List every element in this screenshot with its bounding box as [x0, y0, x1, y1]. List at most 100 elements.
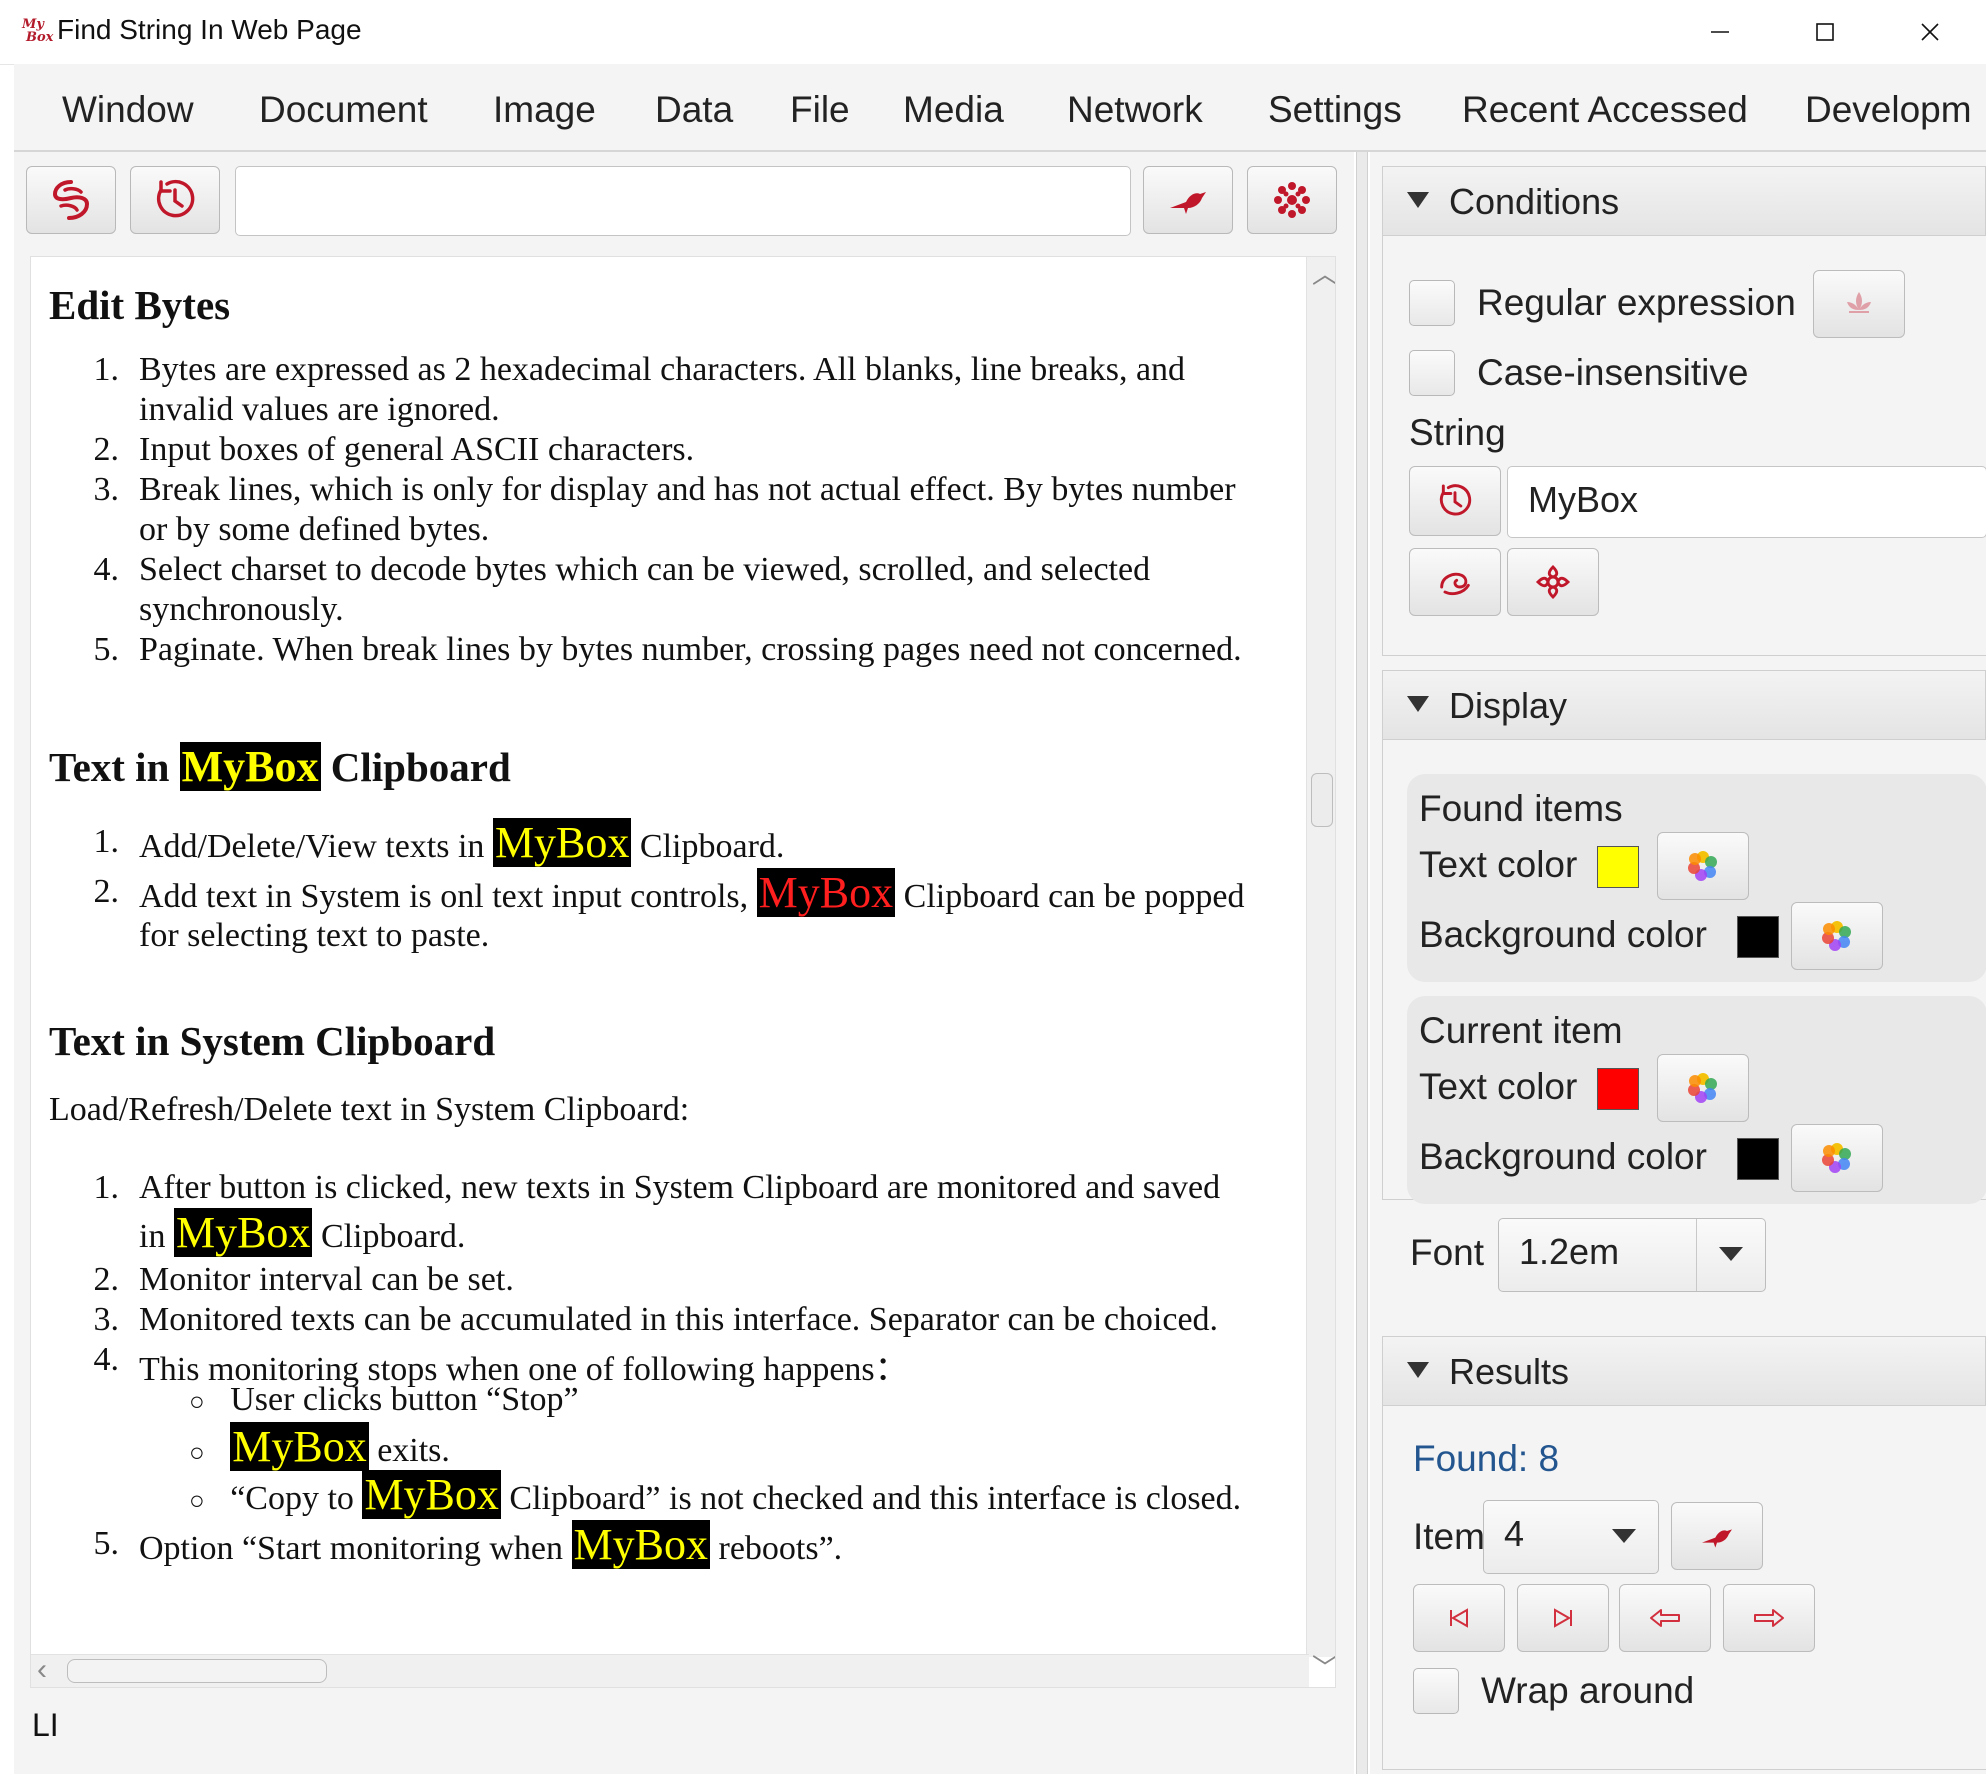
- menu-image[interactable]: Image: [493, 89, 596, 131]
- menu-document[interactable]: Document: [259, 89, 428, 131]
- query-button[interactable]: [1409, 548, 1501, 616]
- collapse-triangle-icon: [1407, 192, 1429, 208]
- list-item: Add/Delete/View texts in MyBox Clipboard…: [139, 817, 784, 868]
- list-item-cont: for selecting text to paste.: [139, 917, 490, 954]
- scroll-up-icon[interactable]: ︿: [1312, 261, 1335, 287]
- clear-button[interactable]: [1507, 548, 1599, 616]
- found-highlight: MyBox: [173, 1208, 313, 1257]
- combo-divider: [1696, 1219, 1697, 1291]
- conditions-header[interactable]: Conditions: [1382, 166, 1986, 236]
- menu-development[interactable]: Developm: [1805, 89, 1972, 131]
- found-bg-color-swatch: [1737, 916, 1779, 958]
- status-label: LI: [32, 1707, 59, 1743]
- display-title: Display: [1449, 685, 1568, 726]
- font-size-combo[interactable]: 1.2em: [1498, 1218, 1766, 1292]
- display-header[interactable]: Display: [1382, 670, 1986, 740]
- text: “Copy to: [230, 1480, 354, 1517]
- wrap-around-checkbox[interactable]: [1413, 1668, 1459, 1714]
- current-text-color-button[interactable]: [1657, 1054, 1749, 1122]
- horizontal-scrollbar[interactable]: ‹: [31, 1654, 1309, 1687]
- list-number: 3.: [93, 1301, 120, 1338]
- item-label: Item: [1413, 1516, 1485, 1557]
- item-value: 4: [1504, 1513, 1525, 1554]
- history-button[interactable]: [130, 166, 220, 234]
- menu-settings[interactable]: Settings: [1268, 89, 1402, 131]
- go-bird-icon: [1170, 192, 1206, 214]
- history-clock-icon: [1439, 484, 1472, 516]
- list-item: Paginate. When break lines by bytes numb…: [139, 631, 1242, 668]
- next-item-button[interactable]: [1723, 1584, 1815, 1652]
- list-number: 4.: [93, 551, 120, 588]
- list-number: 4.: [93, 1341, 120, 1378]
- text: Add/Delete/View texts in: [139, 828, 485, 865]
- arrow-left-icon: [1650, 1609, 1680, 1627]
- found-items-title: Found items: [1419, 788, 1623, 829]
- current-highlight: MyBox: [756, 868, 896, 917]
- found-text-color-label: Text color: [1419, 844, 1578, 885]
- current-bg-color-swatch: [1737, 1138, 1779, 1180]
- regex-help-button[interactable]: [1813, 270, 1905, 338]
- menu-window[interactable]: Window: [62, 89, 194, 131]
- list-item: Monitored texts can be accumulated in th…: [139, 1301, 1219, 1338]
- list-number: 2.: [93, 873, 120, 910]
- menu-media[interactable]: Media: [903, 89, 1004, 131]
- bullet-circle: ○: [189, 1387, 205, 1416]
- color-palette-icon: [1688, 851, 1717, 881]
- logo-text-bottom: Box: [26, 30, 54, 45]
- clear-flower-icon: [1535, 564, 1571, 600]
- regex-checkbox[interactable]: [1409, 280, 1455, 326]
- close-button[interactable]: [1898, 10, 1962, 54]
- vertical-scrollbar[interactable]: ︿ ﹀: [1306, 257, 1335, 1681]
- vertical-scroll-thumb[interactable]: [1311, 773, 1333, 827]
- browse-button[interactable]: [26, 166, 116, 234]
- menu-data[interactable]: Data: [655, 89, 733, 131]
- address-input[interactable]: [235, 166, 1131, 236]
- scroll-down-icon[interactable]: ﹀: [1312, 1655, 1335, 1681]
- bullet-circle: ○: [189, 1486, 205, 1515]
- color-palette-icon: [1822, 921, 1851, 951]
- minimize-button[interactable]: [1688, 10, 1752, 54]
- list-number: 1.: [93, 1169, 120, 1206]
- menu-file[interactable]: File: [790, 89, 850, 131]
- menu-recent-accessed[interactable]: Recent Accessed: [1462, 89, 1748, 131]
- item-select[interactable]: 4: [1483, 1500, 1659, 1574]
- paragraph: Load/Refresh/Delete text in System Clipb…: [49, 1091, 690, 1128]
- heading-edit-bytes: Edit Bytes: [49, 282, 231, 328]
- menu-network[interactable]: Network: [1067, 89, 1203, 131]
- first-item-button[interactable]: [1413, 1584, 1505, 1652]
- go-button[interactable]: [1143, 166, 1233, 234]
- current-bg-color-button[interactable]: [1791, 1124, 1883, 1192]
- previous-item-button[interactable]: [1619, 1584, 1711, 1652]
- options-button[interactable]: [1247, 166, 1337, 234]
- text: reboots”.: [718, 1530, 843, 1567]
- conditions-body: Regular expression Case-insensitive Stri…: [1382, 236, 1986, 656]
- scroll-left-icon[interactable]: ‹: [37, 1655, 47, 1685]
- list-number: 1.: [93, 351, 120, 388]
- case-insensitive-checkbox[interactable]: [1409, 350, 1455, 396]
- sub-list-item: ○ User clicks button “Stop”: [189, 1381, 579, 1419]
- found-text-color-button[interactable]: [1657, 832, 1749, 900]
- horizontal-scroll-thumb[interactable]: [67, 1659, 327, 1683]
- color-palette-icon: [1822, 1143, 1851, 1173]
- swirl-query-icon: [1440, 572, 1470, 596]
- string-input[interactable]: MyBox: [1507, 466, 1986, 538]
- text: User clicks button “Stop”: [230, 1381, 579, 1418]
- last-item-button[interactable]: [1517, 1584, 1609, 1652]
- maximize-icon: [1816, 23, 1834, 41]
- maximize-button[interactable]: [1793, 10, 1857, 54]
- list-item: Add text in System is onl text input con…: [139, 867, 1245, 918]
- results-header[interactable]: Results: [1382, 1336, 1986, 1406]
- string-history-button[interactable]: [1409, 466, 1501, 536]
- list-item-cont: invalid values are ignored.: [139, 391, 500, 428]
- found-bg-color-button[interactable]: [1791, 902, 1883, 970]
- first-icon: [1450, 1608, 1468, 1628]
- web-content[interactable]: Edit Bytes 1. Bytes are expressed as 2 h…: [30, 256, 1336, 1688]
- split-divider[interactable]: [1356, 152, 1368, 1774]
- list-number: 2.: [93, 1261, 120, 1298]
- case-insensitive-label: Case-insensitive: [1477, 352, 1749, 393]
- found-highlight: MyBox: [362, 1470, 501, 1519]
- goto-item-button[interactable]: [1671, 1502, 1763, 1570]
- list-item: Bytes are expressed as 2 hexadecimal cha…: [139, 351, 1186, 388]
- current-text-color-label: Text color: [1419, 1066, 1578, 1107]
- text: Add text in System is onl text input con…: [139, 878, 749, 915]
